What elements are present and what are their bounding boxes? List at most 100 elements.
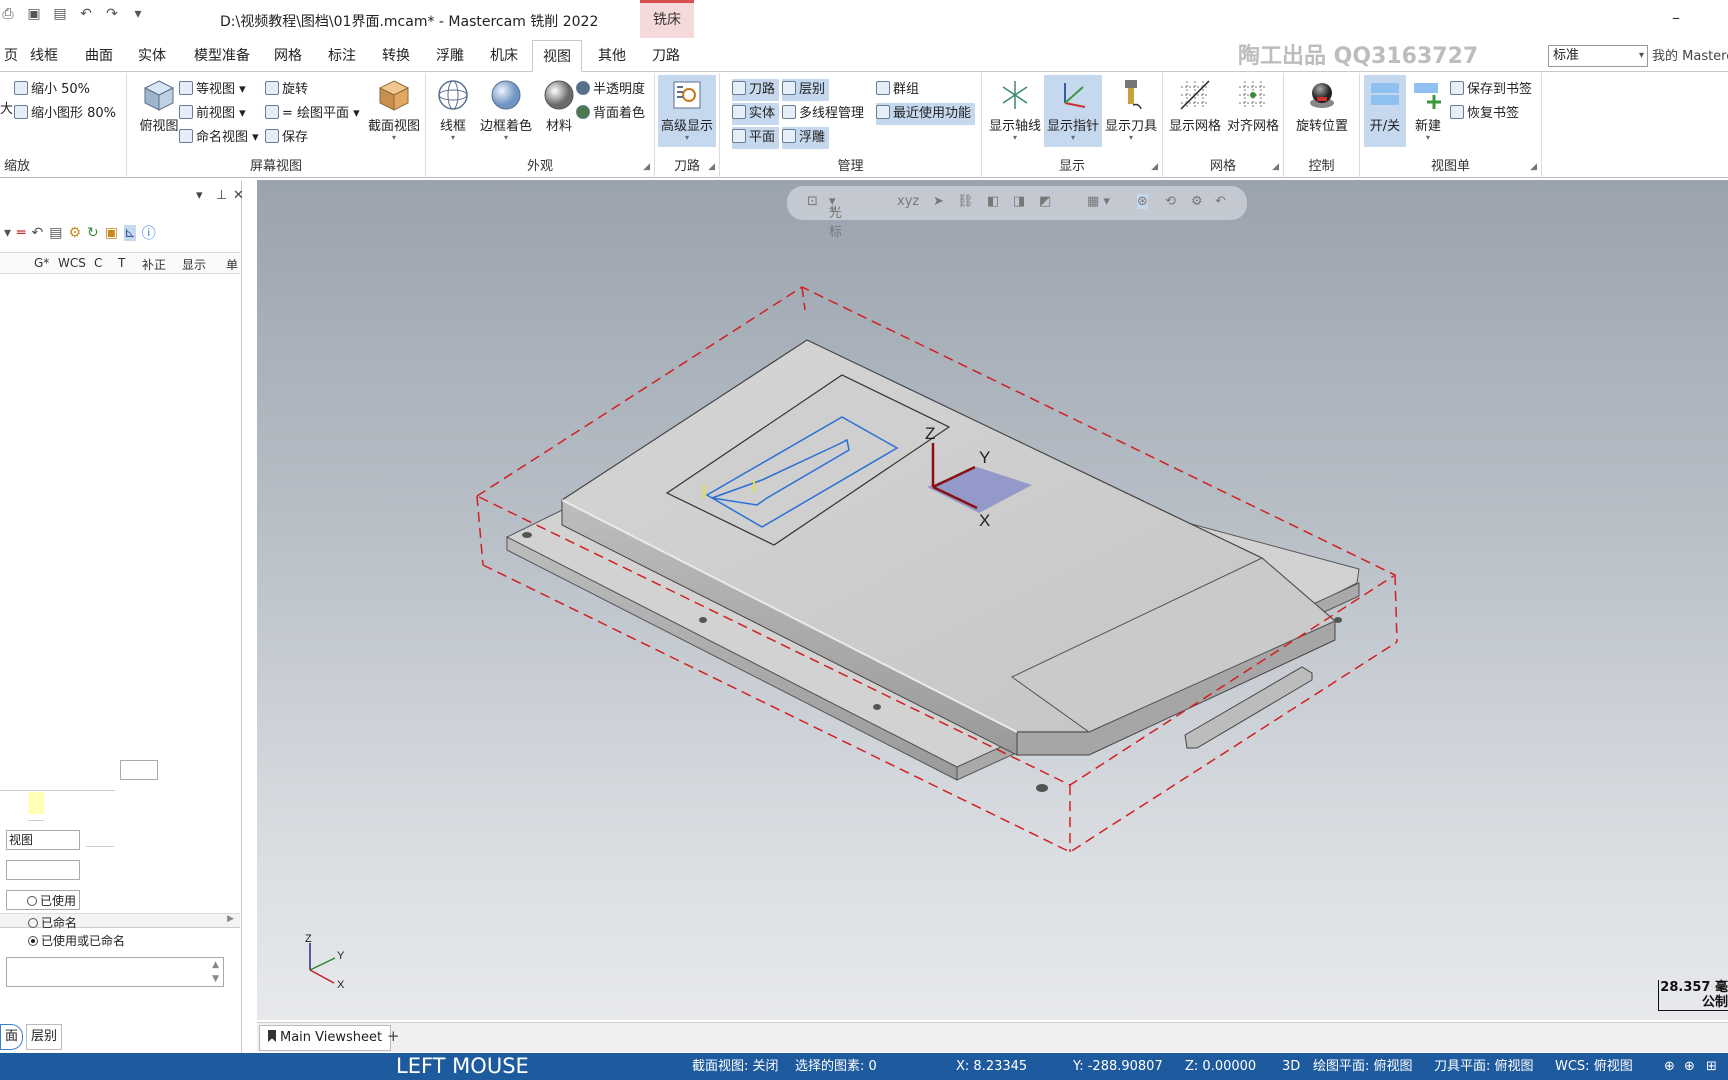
- rotate-position-button[interactable]: 旋转位置: [1288, 75, 1356, 147]
- panel-tab-planes[interactable]: 面: [0, 1024, 24, 1050]
- equal-cplane-button[interactable]: = 绘图平面 ▾: [265, 103, 360, 125]
- view-name-field[interactable]: 视图: [6, 830, 80, 850]
- align-grid-button[interactable]: 对齐网格: [1223, 75, 1283, 147]
- gear-icon[interactable]: ⚙: [68, 225, 81, 241]
- wcs-status[interactable]: WCS: 俯视图: [1555, 1053, 1633, 1080]
- panel-menu-icon[interactable]: ▾: [196, 188, 203, 203]
- shrink-80-button[interactable]: 缩小图形 80%: [14, 103, 116, 125]
- dropdown-arrow-icon[interactable]: ▾: [4, 225, 11, 241]
- column-offset[interactable]: 补正: [142, 256, 166, 273]
- radio-used[interactable]: [27, 896, 37, 906]
- color-swatch-field[interactable]: [120, 760, 158, 780]
- tab-drafting[interactable]: 标注: [318, 40, 366, 72]
- panel-tab-levels[interactable]: 层别: [26, 1024, 63, 1050]
- named-view-button[interactable]: 命名视图 ▾: [179, 127, 259, 149]
- manager-solid-toggle[interactable]: 实体: [732, 103, 780, 125]
- secondary-field[interactable]: [6, 860, 80, 880]
- mode-3d-toggle[interactable]: 3D: [1282, 1053, 1300, 1080]
- edge-shade-button[interactable]: 边框着色 ▾: [474, 75, 538, 147]
- dialog-launcher-icon[interactable]: ◢: [643, 162, 650, 172]
- gnomon-icon[interactable]: ⊾: [123, 225, 136, 241]
- comment-field[interactable]: ▲ ▼: [6, 957, 224, 987]
- pin-icon[interactable]: ⊥: [216, 188, 227, 203]
- used-filter-box[interactable]: 已使用: [6, 890, 80, 910]
- translucency-button[interactable]: 半透明度: [576, 79, 645, 101]
- dialog-launcher-icon[interactable]: ◢: [1151, 162, 1158, 172]
- dialog-launcher-icon[interactable]: ◢: [708, 162, 715, 172]
- scroll-right-icon[interactable]: ▶: [227, 914, 234, 924]
- tplane-status[interactable]: 刀具平面: 俯视图: [1434, 1053, 1534, 1080]
- column-unit[interactable]: 单: [226, 256, 238, 273]
- help-icon[interactable]: ⓘ: [142, 223, 156, 243]
- add-viewsheet-button[interactable]: +: [387, 1027, 400, 1045]
- show-tool-button[interactable]: 显示刀具 ▾: [1102, 75, 1160, 147]
- save-view-button[interactable]: 保存: [265, 127, 308, 149]
- grid-status-icon[interactable]: ⊞: [1706, 1053, 1717, 1080]
- section-view-button[interactable]: 截面视图 ▾: [363, 75, 425, 147]
- refresh-icon[interactable]: ↻: [87, 225, 99, 241]
- save-icon[interactable]: ▣: [26, 6, 42, 22]
- show-grid-button[interactable]: 显示网格: [1165, 75, 1225, 147]
- undo-icon[interactable]: ↶: [78, 6, 94, 22]
- manager-level-toggle[interactable]: 层别: [782, 79, 830, 101]
- graphics-viewport[interactable]: ⊡ ⌖ 光标 ▾ xyz ➤ ⛓ ◧ ◨ ◩ ▦ ▾ ⊛ ⟲ ⚙ ↶ Z Y X…: [257, 180, 1728, 1020]
- open-icon[interactable]: ▤: [52, 6, 68, 22]
- manager-multithread-toggle[interactable]: 多线程管理: [782, 103, 864, 125]
- my-mastercam-link[interactable]: 我的 Mastercam: [1652, 40, 1728, 74]
- cube-icon[interactable]: ▣: [105, 225, 118, 241]
- viewsheet-toggle-button[interactable]: 开/关: [1364, 75, 1406, 147]
- show-axes-button[interactable]: 显示轴线 ▾: [986, 75, 1044, 147]
- tab-solids[interactable]: 实体: [128, 40, 176, 72]
- radio-named[interactable]: [28, 918, 38, 928]
- radio-used-or-named[interactable]: [28, 936, 38, 946]
- new-viewsheet-button[interactable]: 新建 ▾: [1406, 75, 1450, 147]
- radio-named-option[interactable]: 已命名: [28, 914, 77, 931]
- viewsheet-tab-main[interactable]: Main Viewsheet: [259, 1025, 392, 1051]
- iso-view-button[interactable]: 等视图 ▾: [179, 79, 246, 101]
- tab-mesh[interactable]: 网格: [264, 40, 312, 72]
- front-view-button[interactable]: 前视图 ▾: [179, 103, 246, 125]
- tab-machine[interactable]: 机床: [480, 40, 528, 72]
- redo-icon[interactable]: ↷: [104, 6, 120, 22]
- equal-icon[interactable]: ═: [17, 225, 25, 241]
- radio-used-or-named-option[interactable]: 已使用或已命名: [28, 932, 125, 949]
- tab-transform[interactable]: 转换: [372, 40, 420, 72]
- close-icon[interactable]: ✕: [233, 188, 244, 203]
- advanced-display-button[interactable]: 高级显示 ▾: [658, 75, 716, 147]
- column-display[interactable]: 显示: [182, 256, 206, 273]
- save-bookmark-button[interactable]: 保存到书签: [1450, 79, 1532, 101]
- minimize-button[interactable]: –: [1672, 8, 1680, 27]
- reset-icon[interactable]: ↶: [31, 225, 43, 241]
- standard-select[interactable]: 标准: [1548, 45, 1648, 67]
- tab-model-prep[interactable]: 模型准备: [184, 40, 260, 72]
- section-view-status[interactable]: 截面视图: 关闭: [692, 1053, 779, 1080]
- print-icon[interactable]: ⎙: [0, 6, 16, 22]
- dialog-launcher-icon[interactable]: ◢: [1530, 162, 1537, 172]
- globe-icon[interactable]: ⊕: [1664, 1053, 1675, 1080]
- shrink-50-button[interactable]: 缩小 50%: [14, 79, 90, 101]
- manager-toolpath-toggle[interactable]: 刀路: [732, 79, 780, 101]
- dialog-launcher-icon[interactable]: ◢: [1272, 162, 1279, 172]
- column-t[interactable]: T: [118, 256, 125, 270]
- wireframe-button[interactable]: 线框 ▾: [428, 75, 478, 147]
- column-wcs[interactable]: WCS: [58, 256, 86, 270]
- restore-bookmark-button[interactable]: 恢复书签: [1450, 103, 1519, 125]
- back-shade-button[interactable]: 背面着色: [576, 103, 645, 125]
- show-gnomon-button[interactable]: 显示指针 ▾: [1044, 75, 1102, 147]
- tab-toolpaths[interactable]: 刀路: [642, 40, 690, 72]
- column-c[interactable]: C: [94, 256, 102, 270]
- manager-plane-toggle[interactable]: 平面: [732, 127, 780, 149]
- context-tab-mill[interactable]: 铣床: [640, 0, 694, 38]
- cplane-status[interactable]: 绘图平面: 俯视图: [1313, 1053, 1413, 1080]
- manager-group-toggle[interactable]: 群组: [876, 79, 919, 101]
- tab-other[interactable]: 其他: [588, 40, 636, 72]
- tab-relief[interactable]: 浮雕: [426, 40, 474, 72]
- rotate-button[interactable]: 旋转: [265, 79, 308, 101]
- customize-icon[interactable]: ▾: [130, 6, 146, 22]
- spinner-icon[interactable]: ▲ ▼: [212, 958, 219, 986]
- column-g[interactable]: G*: [34, 256, 49, 270]
- list-icon[interactable]: ▤: [49, 225, 62, 241]
- tab-surfaces[interactable]: 曲面: [75, 40, 123, 72]
- manager-relief-toggle[interactable]: 浮雕: [782, 127, 830, 149]
- network-icon[interactable]: ⊕: [1684, 1053, 1695, 1080]
